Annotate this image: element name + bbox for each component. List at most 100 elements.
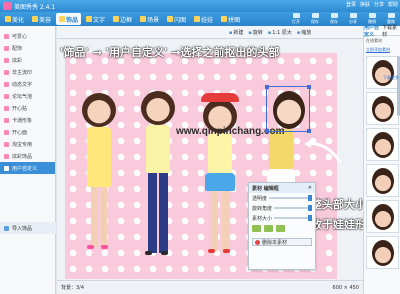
tab-download[interactable]: 下载素材 bbox=[382, 25, 400, 38]
doll-head bbox=[82, 93, 116, 127]
canvas-toolbar: 新建 旋转 1:1 原大 缩放 bbox=[57, 26, 363, 39]
status-background: 背景：3/4 bbox=[61, 285, 85, 291]
doll-figure bbox=[79, 93, 119, 273]
flash-icon bbox=[167, 16, 174, 22]
tab-text[interactable]: 文字 bbox=[83, 13, 108, 25]
delete-label: 删除本素材 bbox=[262, 239, 288, 246]
save-button[interactable]: 保存 bbox=[308, 13, 322, 25]
top-link-skin[interactable]: 换肤 bbox=[360, 1, 370, 8]
selected-head-box[interactable] bbox=[265, 85, 311, 133]
doll-legs bbox=[211, 191, 229, 251]
resize-handle[interactable] bbox=[265, 129, 269, 133]
tab-user-defined[interactable]: 用户自定义 bbox=[364, 25, 382, 38]
head-cutout bbox=[273, 91, 305, 129]
sidebar-item-happy-face[interactable]: 开心面 bbox=[0, 126, 55, 138]
doll-shoe bbox=[223, 249, 230, 253]
sidebar-item-cute[interactable]: 可爱心 bbox=[0, 30, 55, 42]
import-icon bbox=[4, 225, 9, 231]
add-material-link[interactable]: 立即添加素材 bbox=[364, 45, 400, 54]
size-row: 素材大小 bbox=[249, 213, 315, 223]
accessories-icon bbox=[59, 16, 66, 22]
download-more-link[interactable]: 下载更多 bbox=[383, 75, 399, 81]
doll-skirt bbox=[205, 173, 235, 191]
scene-icon bbox=[140, 16, 147, 22]
flip-vertical-button[interactable] bbox=[264, 225, 273, 232]
sidebar-item-accessory[interactable]: 配饰 bbox=[0, 42, 55, 54]
material-thumbnail[interactable] bbox=[366, 164, 399, 197]
doll-shoe bbox=[101, 245, 108, 249]
original-size-button[interactable]: 1:1 原大 bbox=[268, 29, 292, 36]
sidebar-item-sticker[interactable]: 开心贴 bbox=[0, 102, 55, 114]
sidebar-item-taobao[interactable]: 淘宝专用 bbox=[0, 138, 55, 150]
sidebar-item-dynamic-text[interactable]: 动态文字 bbox=[0, 78, 55, 90]
material-thumbnail[interactable] bbox=[366, 128, 399, 161]
app-title: 美图秀秀 2.4.1 bbox=[14, 4, 56, 11]
new-button[interactable]: 新建 bbox=[229, 29, 243, 36]
doll-icon bbox=[194, 16, 201, 22]
sidebar-item-colorful-accessory[interactable]: 炫彩饰品 bbox=[0, 150, 55, 162]
tab-frame[interactable]: 边框 bbox=[110, 13, 135, 25]
rotate-slider[interactable] bbox=[274, 205, 312, 211]
rotate-button[interactable]: 旋转 bbox=[248, 29, 263, 36]
material-thumbnail[interactable] bbox=[366, 200, 399, 233]
opacity-slider[interactable] bbox=[269, 195, 312, 201]
open-button[interactable]: 打开 bbox=[289, 13, 303, 25]
app-logo-icon bbox=[3, 2, 12, 10]
step-annotation: '饰品' → '用户自定义' →选择之前抠出的头部 bbox=[60, 46, 280, 59]
frame-icon bbox=[113, 16, 120, 22]
text-icon bbox=[86, 16, 93, 22]
sidebar-item-user-defined[interactable]: 用户自定义 bbox=[0, 162, 55, 174]
category-sidebar: 可爱心 配饰 炫彩 非主流印 动态文字 论坛气泡 开心贴 卡通形象 开心面 淘宝… bbox=[0, 26, 56, 294]
doll-shoe bbox=[208, 249, 215, 253]
tab-accessories[interactable]: 饰品 bbox=[56, 13, 82, 25]
copy-button[interactable] bbox=[276, 225, 285, 232]
tab-beautify[interactable]: 美化 bbox=[2, 13, 27, 25]
zoom-button[interactable]: 缩放 bbox=[297, 29, 311, 36]
category-icon bbox=[4, 165, 9, 171]
material-thumbnail[interactable] bbox=[366, 56, 399, 89]
tab-doll[interactable]: 娃娃 bbox=[191, 13, 216, 25]
top-link-help[interactable]: 帮助 bbox=[388, 1, 398, 8]
sidebar-item-colorful[interactable]: 炫彩 bbox=[0, 54, 55, 66]
panel-title: 素材 编辑框 bbox=[252, 185, 279, 192]
doll-hat bbox=[201, 93, 239, 102]
rotate-row: 旋转角度 bbox=[249, 203, 315, 213]
share-button[interactable]: 分享 bbox=[346, 13, 360, 25]
opacity-row: 透明度 bbox=[249, 193, 315, 203]
delete-material-button[interactable]: 删除本素材 bbox=[252, 238, 312, 246]
flip-horizontal-button[interactable] bbox=[252, 225, 261, 232]
tab-scene[interactable]: 场景 bbox=[137, 13, 162, 25]
doll-body bbox=[87, 127, 111, 187]
tab-collage[interactable]: 拼图 bbox=[218, 13, 243, 25]
category-icon bbox=[4, 69, 9, 75]
top-link-login[interactable]: 登录 bbox=[346, 1, 356, 8]
save-as-button[interactable]: 保存 bbox=[327, 13, 341, 25]
category-icon bbox=[4, 93, 9, 99]
sidebar-item-nonmainstream[interactable]: 非主流印 bbox=[0, 66, 55, 78]
tab-beauty[interactable]: 美容 bbox=[29, 13, 54, 25]
sidebar-item-bubble[interactable]: 论坛气泡 bbox=[0, 90, 55, 102]
doll-head bbox=[141, 91, 175, 125]
resize-handle[interactable] bbox=[265, 85, 269, 89]
top-links: 登录 换肤 分享 帮助 bbox=[346, 1, 398, 8]
category-icon bbox=[4, 81, 9, 87]
doll-body bbox=[208, 133, 232, 173]
doll-figure bbox=[137, 91, 179, 273]
material-thumbnail[interactable] bbox=[366, 236, 399, 269]
resize-handle[interactable] bbox=[307, 129, 311, 133]
doll-figure bbox=[199, 93, 241, 273]
material-thumbnail[interactable] bbox=[366, 92, 399, 125]
tab-flash[interactable]: 闪图 bbox=[164, 13, 189, 25]
size-label: 素材大小 bbox=[252, 215, 273, 222]
import-accessory-button[interactable]: 导入饰品 bbox=[0, 222, 56, 234]
category-icon bbox=[4, 153, 9, 159]
close-icon[interactable]: ✕ bbox=[308, 185, 312, 191]
doll-shoe bbox=[161, 251, 168, 255]
category-icon bbox=[4, 141, 9, 147]
sidebar-item-cartoon[interactable]: 卡通形象 bbox=[0, 114, 55, 126]
resize-handle[interactable] bbox=[307, 85, 311, 89]
material-panel: 用户自定义 下载素材 在线素材 立即添加素材 下载更多 bbox=[363, 25, 400, 294]
size-slider[interactable] bbox=[274, 215, 312, 221]
category-icon bbox=[4, 105, 9, 111]
top-link-share[interactable]: 分享 bbox=[374, 1, 384, 8]
